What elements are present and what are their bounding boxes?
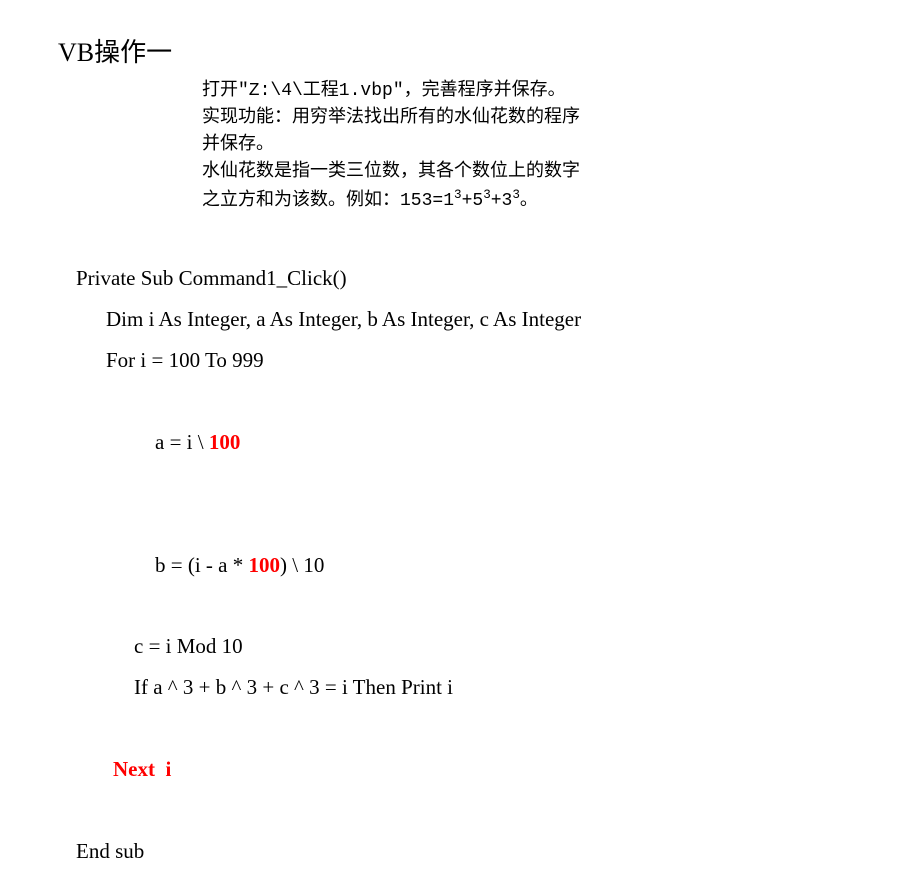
- instr5-prefix: 之立方和为该数。例如：153=1: [202, 191, 454, 211]
- code-line-3: For i = 100 To 999: [76, 340, 581, 381]
- code5-a: b = (i - a *: [155, 553, 249, 577]
- instr5-sup3: 3: [512, 188, 520, 202]
- code-line-4: a = i \ 100: [76, 381, 581, 504]
- code-line-8: Next i: [76, 708, 581, 831]
- instr5-sup1: 3: [454, 188, 462, 202]
- code-line-5: b = (i - a * 100) \ 10: [76, 504, 581, 627]
- instruction-line-3: 并保存。: [202, 132, 702, 159]
- code-line-6: c = i Mod 10: [76, 626, 581, 667]
- instruction-line-1: 打开"Z:\4\工程1.vbp"，完善程序并保存。: [202, 78, 702, 105]
- instr5-suffix: 。: [520, 191, 538, 211]
- page-title: VB操作一: [58, 32, 172, 69]
- instr5-sup2: 3: [483, 188, 491, 202]
- code5-red: 100: [249, 553, 281, 577]
- code-line-7: If a ^ 3 + b ^ 3 + c ^ 3 = i Then Print …: [76, 667, 581, 708]
- code-line-2: Dim i As Integer, a As Integer, b As Int…: [76, 299, 581, 340]
- code4-a: a = i \: [155, 430, 209, 454]
- code8-red: Next i: [113, 757, 171, 781]
- code-line-9: End sub: [76, 831, 581, 872]
- code-block: Private Sub Command1_Click() Dim i As In…: [76, 258, 581, 872]
- code5-c: ) \ 10: [280, 553, 324, 577]
- code-line-1: Private Sub Command1_Click(): [76, 258, 581, 299]
- instr5-mid2: +3: [491, 191, 513, 211]
- instruction-line-4: 水仙花数是指一类三位数，其各个数位上的数字: [202, 159, 702, 186]
- instr5-mid1: +5: [462, 191, 484, 211]
- instruction-line-5: 之立方和为该数。例如：153=13+53+33。: [202, 186, 702, 215]
- code4-red: 100: [209, 430, 241, 454]
- instruction-line-2: 实现功能：用穷举法找出所有的水仙花数的程序: [202, 105, 702, 132]
- instruction-text: 打开"Z:\4\工程1.vbp"，完善程序并保存。 实现功能：用穷举法找出所有的…: [202, 78, 702, 215]
